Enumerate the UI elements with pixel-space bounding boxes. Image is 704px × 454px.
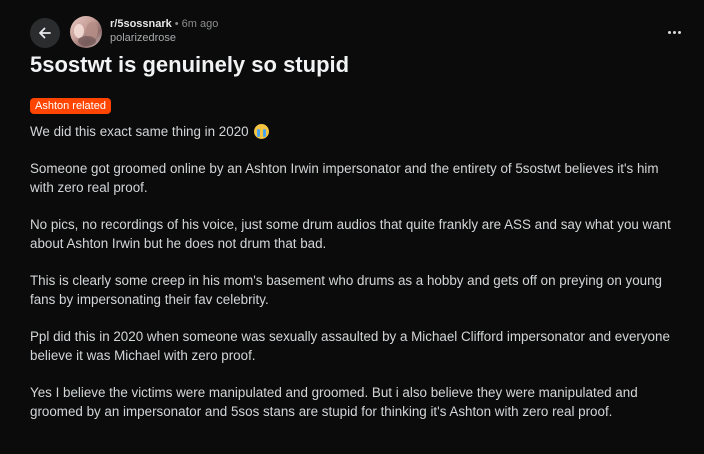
post-paragraph: Yes I believe the victims were manipulat… (30, 385, 638, 419)
arrow-left-icon (39, 27, 51, 39)
post-header: r/5sossnark • 6m ago polarizedrose (30, 16, 692, 52)
post-title: 5sostwt is genuinely so stupid (30, 52, 350, 77)
subreddit-avatar[interactable] (70, 16, 102, 48)
author-username[interactable]: polarizedrose (110, 31, 218, 45)
post-paragraph: This is clearly some creep in his mom's … (30, 273, 662, 307)
crying-face-emoji (254, 124, 270, 139)
subreddit-link[interactable]: r/5sossnark (110, 18, 172, 30)
meta-separator: • (174, 18, 179, 30)
post-flair[interactable]: Ashton related (30, 98, 111, 114)
post-paragraph: Ppl did this in 2020 when someone was se… (30, 329, 670, 363)
more-vertical-icon (667, 30, 671, 34)
more-options-button[interactable] (664, 24, 684, 40)
post-meta: r/5sossnark • 6m ago polarizedrose (110, 17, 218, 45)
post-time: 6m ago (181, 18, 219, 30)
post-paragraph: No pics, no recordings of his voice, jus… (30, 217, 671, 251)
post-body: We did this exact same thing in 2020 Som… (30, 122, 685, 439)
post-paragraph: Someone got groomed online by an Ashton … (30, 161, 659, 195)
back-button[interactable] (30, 18, 60, 48)
post-paragraph: We did this exact same thing in 2020 (30, 122, 685, 141)
